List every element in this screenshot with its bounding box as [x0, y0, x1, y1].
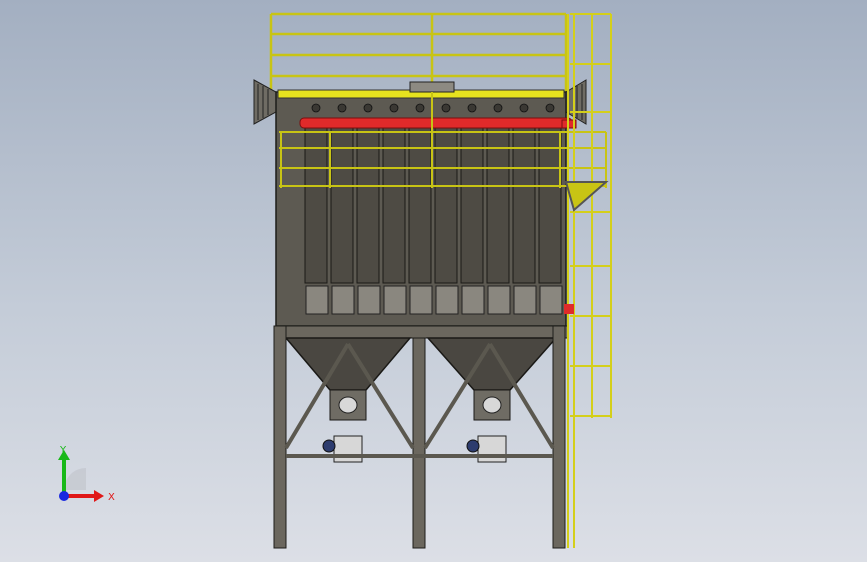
orientation-triad[interactable]: Y X — [40, 438, 120, 514]
tube-sheet — [275, 325, 569, 339]
z-axis-dot-icon — [59, 491, 69, 501]
top-railing — [269, 12, 568, 92]
ladder-marker — [564, 304, 574, 314]
x-axis-arrow-icon — [94, 490, 104, 502]
left-fan-assembly — [253, 79, 277, 125]
triad-plane-shading — [64, 468, 86, 490]
cad-viewport[interactable]: Y X — [0, 0, 867, 562]
y-axis-label: Y — [59, 445, 67, 456]
compressed-air-header — [299, 117, 577, 129]
dust-collector-model[interactable] — [0, 0, 867, 562]
x-axis-label: X — [108, 492, 115, 503]
